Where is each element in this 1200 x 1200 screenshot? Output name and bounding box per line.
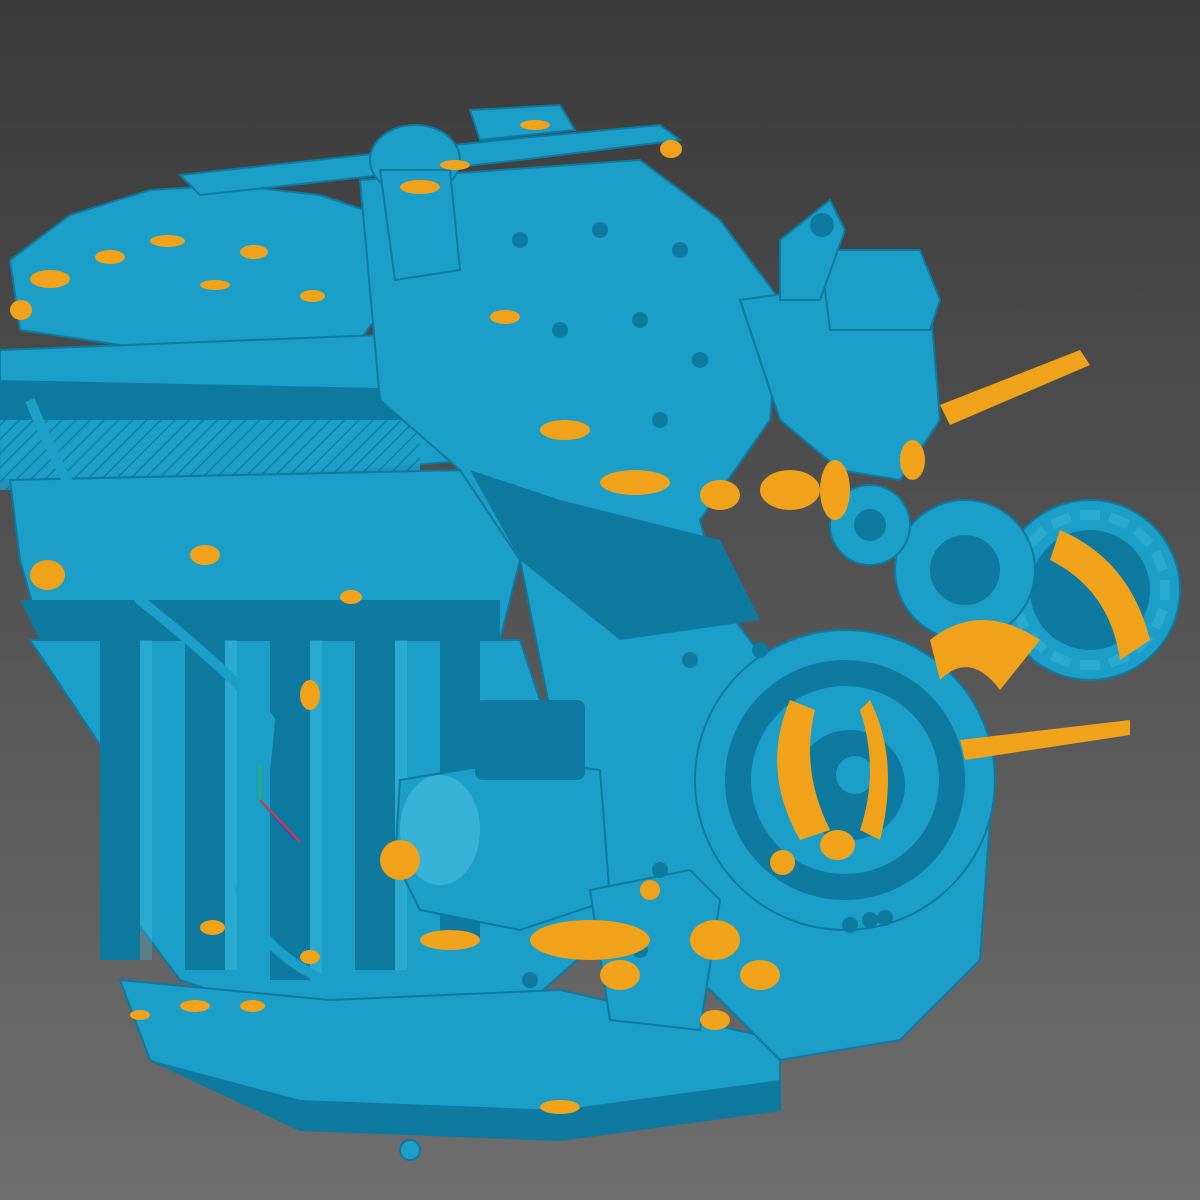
engine-scan-mesh[interactable] — [0, 0, 1200, 1200]
deviation-patch — [30, 270, 70, 288]
deviation-patch — [190, 545, 220, 565]
deviation-patch — [240, 1000, 265, 1012]
deviation-patch — [95, 250, 125, 264]
deviation-patch — [760, 470, 820, 510]
cover-bolt — [682, 652, 698, 668]
deviation-patch — [600, 470, 670, 495]
starter-solenoid — [475, 700, 585, 780]
deviation-patch — [440, 160, 470, 170]
deviation-patch — [640, 880, 660, 900]
cover-bolt — [592, 222, 608, 238]
cover-bolt — [692, 352, 708, 368]
cover-bolt — [862, 912, 878, 928]
deviation-patch — [180, 1000, 210, 1012]
deviation-patch — [300, 950, 320, 964]
cover-bolt — [512, 232, 528, 248]
deviation-patch — [340, 590, 362, 604]
deviation-patch — [150, 235, 185, 247]
deviation-patch — [740, 960, 780, 990]
cover-bolt — [652, 862, 668, 878]
deviation-patch — [200, 920, 225, 935]
deviation-patch — [770, 850, 795, 875]
deviation-patch — [380, 840, 420, 880]
deviation-patch — [820, 460, 850, 520]
deviation-patch — [700, 480, 740, 510]
oil-drain-plug — [399, 1139, 421, 1161]
deviation-patch — [900, 440, 925, 480]
deviation-patch — [700, 1010, 730, 1030]
deviation-patch — [530, 920, 650, 960]
thermostat-housing — [818, 249, 942, 331]
deviation-patch — [200, 280, 230, 290]
deviation-patch — [520, 120, 550, 130]
3d-viewport[interactable] — [0, 0, 1200, 1200]
cover-bolt — [522, 972, 538, 988]
deviation-patch — [420, 930, 480, 950]
deviation-patch — [240, 245, 268, 259]
ac-compressor-hub — [930, 535, 1000, 605]
deviation-patch — [600, 960, 640, 990]
alternator-fin — [1080, 660, 1100, 670]
cover-bolt — [552, 322, 568, 338]
cover-bolt — [752, 642, 768, 658]
deviation-patch — [300, 680, 320, 710]
deviation-patch — [820, 830, 855, 860]
deviation-patch — [130, 1010, 150, 1020]
cover-bolt — [877, 910, 893, 926]
alternator-fin — [1160, 580, 1170, 600]
deviation-patch — [300, 290, 325, 302]
deviation-patch — [540, 420, 590, 440]
deviation-patch — [10, 300, 32, 320]
head-shadow — [20, 600, 500, 640]
cover-bolt — [652, 412, 668, 428]
deviation-patch — [690, 920, 740, 960]
deviation-patch — [30, 560, 65, 590]
alternator-fin — [1080, 510, 1100, 520]
idler-pulley-hub — [854, 509, 886, 541]
deviation-patch — [400, 180, 440, 194]
lifting-eye-hole — [810, 213, 834, 237]
cover-bolt — [592, 592, 608, 608]
cover-bolt — [842, 917, 858, 933]
deviation-patch — [660, 140, 682, 158]
cover-bolt — [632, 312, 648, 328]
deviation-patch — [540, 1100, 580, 1114]
cover-bolt — [672, 242, 688, 258]
deviation-patch — [490, 310, 520, 324]
